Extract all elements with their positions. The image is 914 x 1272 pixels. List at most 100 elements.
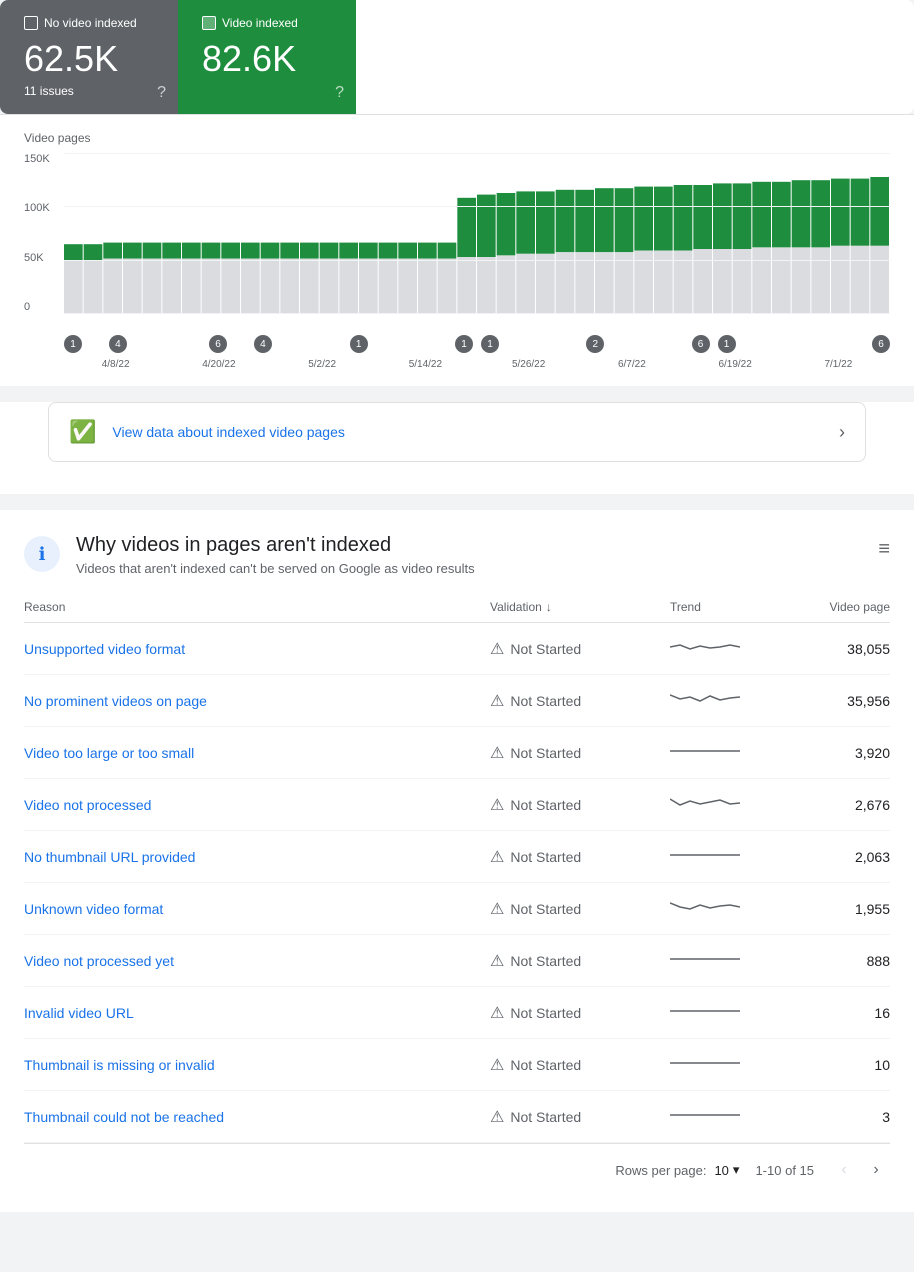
bar-not-indexed	[418, 259, 437, 313]
no-video-help-icon[interactable]: ?	[157, 84, 166, 102]
bar-indexed[interactable]	[752, 182, 771, 248]
warning-icon: ⚠	[490, 1107, 504, 1127]
bar-indexed[interactable]	[811, 180, 830, 247]
count-cell: 1,955	[790, 901, 890, 917]
validation-status: Not Started	[510, 901, 581, 917]
bar-indexed[interactable]	[320, 243, 339, 259]
bar-indexed[interactable]	[851, 179, 870, 246]
bar-indexed[interactable]	[556, 190, 575, 252]
annotation-1c[interactable]: 1	[455, 335, 473, 353]
annotation-6b[interactable]: 6	[692, 335, 710, 353]
bar-indexed[interactable]	[300, 243, 319, 259]
warning-icon: ⚠	[490, 1003, 504, 1023]
annotation-1[interactable]: 1	[64, 335, 82, 353]
x-label-jul1: 7/1/22	[787, 359, 890, 370]
bar-indexed[interactable]	[64, 244, 83, 260]
bar-indexed[interactable]	[379, 243, 398, 259]
count-cell: 16	[790, 1005, 890, 1021]
trend-sparkline	[670, 687, 740, 711]
bar-indexed[interactable]	[280, 243, 299, 259]
bar-indexed[interactable]	[516, 191, 535, 253]
bar-not-indexed	[221, 259, 240, 313]
reason-cell[interactable]: No prominent videos on page	[24, 693, 490, 709]
bar-indexed[interactable]	[398, 243, 417, 259]
trend-cell	[670, 687, 790, 714]
prev-page-button[interactable]: ‹	[830, 1156, 858, 1184]
annotation-1b[interactable]: 1	[350, 335, 368, 353]
bar-indexed[interactable]	[674, 185, 693, 251]
bar-indexed[interactable]	[84, 244, 103, 260]
th-validation: Validation ↓	[490, 600, 670, 614]
table-header: Reason Validation ↓ Trend Video page	[24, 592, 890, 623]
bar-indexed[interactable]	[438, 243, 457, 259]
section-title: Why videos in pages aren't indexed	[76, 534, 862, 557]
bar-indexed[interactable]	[713, 183, 732, 249]
bar-indexed[interactable]	[477, 195, 496, 257]
annotation-6a[interactable]: 6	[209, 335, 227, 353]
rows-per-page-select[interactable]: 10 ▾	[714, 1162, 739, 1178]
bar-indexed[interactable]	[162, 243, 181, 259]
bar-indexed[interactable]	[418, 243, 437, 259]
sort-icon[interactable]: ↓	[546, 600, 552, 614]
trend-sparkline	[670, 1103, 740, 1127]
reason-cell[interactable]: Video not processed yet	[24, 953, 490, 969]
reason-cell[interactable]: Video too large or too small	[24, 745, 490, 761]
trend-cell	[670, 635, 790, 662]
table-row: Unsupported video format ⚠ Not Started 3…	[24, 623, 890, 675]
filter-icon[interactable]: ≡	[878, 538, 890, 561]
annotation-4[interactable]: 4	[109, 335, 127, 353]
bar-indexed[interactable]	[595, 188, 614, 252]
bar-indexed[interactable]	[143, 243, 162, 259]
reason-cell[interactable]: Unsupported video format	[24, 641, 490, 657]
count-cell: 3	[790, 1109, 890, 1125]
warning-icon: ⚠	[490, 743, 504, 763]
bar-not-indexed	[241, 259, 260, 313]
x-label-apr8: 4/8/22	[64, 359, 167, 370]
video-indexed-help-icon[interactable]: ?	[335, 84, 344, 102]
bar-indexed[interactable]	[202, 243, 221, 259]
bar-indexed[interactable]	[772, 182, 791, 248]
checked-icon	[202, 16, 216, 30]
bar-indexed[interactable]	[339, 243, 358, 259]
reason-cell[interactable]: Thumbnail could not be reached	[24, 1109, 490, 1125]
annotation-6c[interactable]: 6	[872, 335, 890, 353]
bar-indexed[interactable]	[261, 243, 280, 259]
bar-indexed[interactable]	[575, 190, 594, 252]
trend-sparkline	[670, 843, 740, 867]
bar-indexed[interactable]	[615, 188, 634, 252]
bar-indexed[interactable]	[693, 185, 712, 249]
reason-cell[interactable]: Invalid video URL	[24, 1005, 490, 1021]
trend-cell	[670, 739, 790, 766]
bar-indexed[interactable]	[654, 187, 673, 251]
bar-indexed[interactable]	[792, 180, 811, 247]
bar-indexed[interactable]	[123, 243, 142, 259]
reason-cell[interactable]: Thumbnail is missing or invalid	[24, 1057, 490, 1073]
reason-cell[interactable]: Video not processed	[24, 797, 490, 813]
bar-indexed[interactable]	[733, 183, 752, 249]
pagination-range: 1-10 of 15	[755, 1163, 814, 1178]
bar-indexed[interactable]	[241, 243, 260, 259]
bar-indexed[interactable]	[634, 187, 653, 251]
table-rows: Unsupported video format ⚠ Not Started 3…	[24, 623, 890, 1143]
reason-cell[interactable]: No thumbnail URL provided	[24, 849, 490, 865]
bar-indexed[interactable]	[831, 179, 850, 246]
bar-not-indexed	[811, 247, 830, 313]
table-row: Unknown video format ⚠ Not Started 1,955	[24, 883, 890, 935]
bar-indexed[interactable]	[536, 191, 555, 253]
view-data-link[interactable]: ✅ View data about indexed video pages ›	[48, 402, 866, 462]
annotation-1e[interactable]: 1	[718, 335, 736, 353]
annotation-2[interactable]: 2	[586, 335, 604, 353]
bar-indexed[interactable]	[221, 243, 240, 259]
bar-indexed[interactable]	[359, 243, 378, 259]
bar-indexed[interactable]	[870, 177, 889, 246]
bar-indexed[interactable]	[103, 243, 122, 259]
bar-indexed[interactable]	[182, 243, 201, 259]
next-page-button[interactable]: ›	[862, 1156, 890, 1184]
bar-not-indexed	[123, 259, 142, 313]
annotation-4b[interactable]: 4	[254, 335, 272, 353]
warning-icon: ⚠	[490, 639, 504, 659]
annotation-1d[interactable]: 1	[481, 335, 499, 353]
bar-indexed[interactable]	[497, 193, 516, 255]
count-cell: 3,920	[790, 745, 890, 761]
reason-cell[interactable]: Unknown video format	[24, 901, 490, 917]
